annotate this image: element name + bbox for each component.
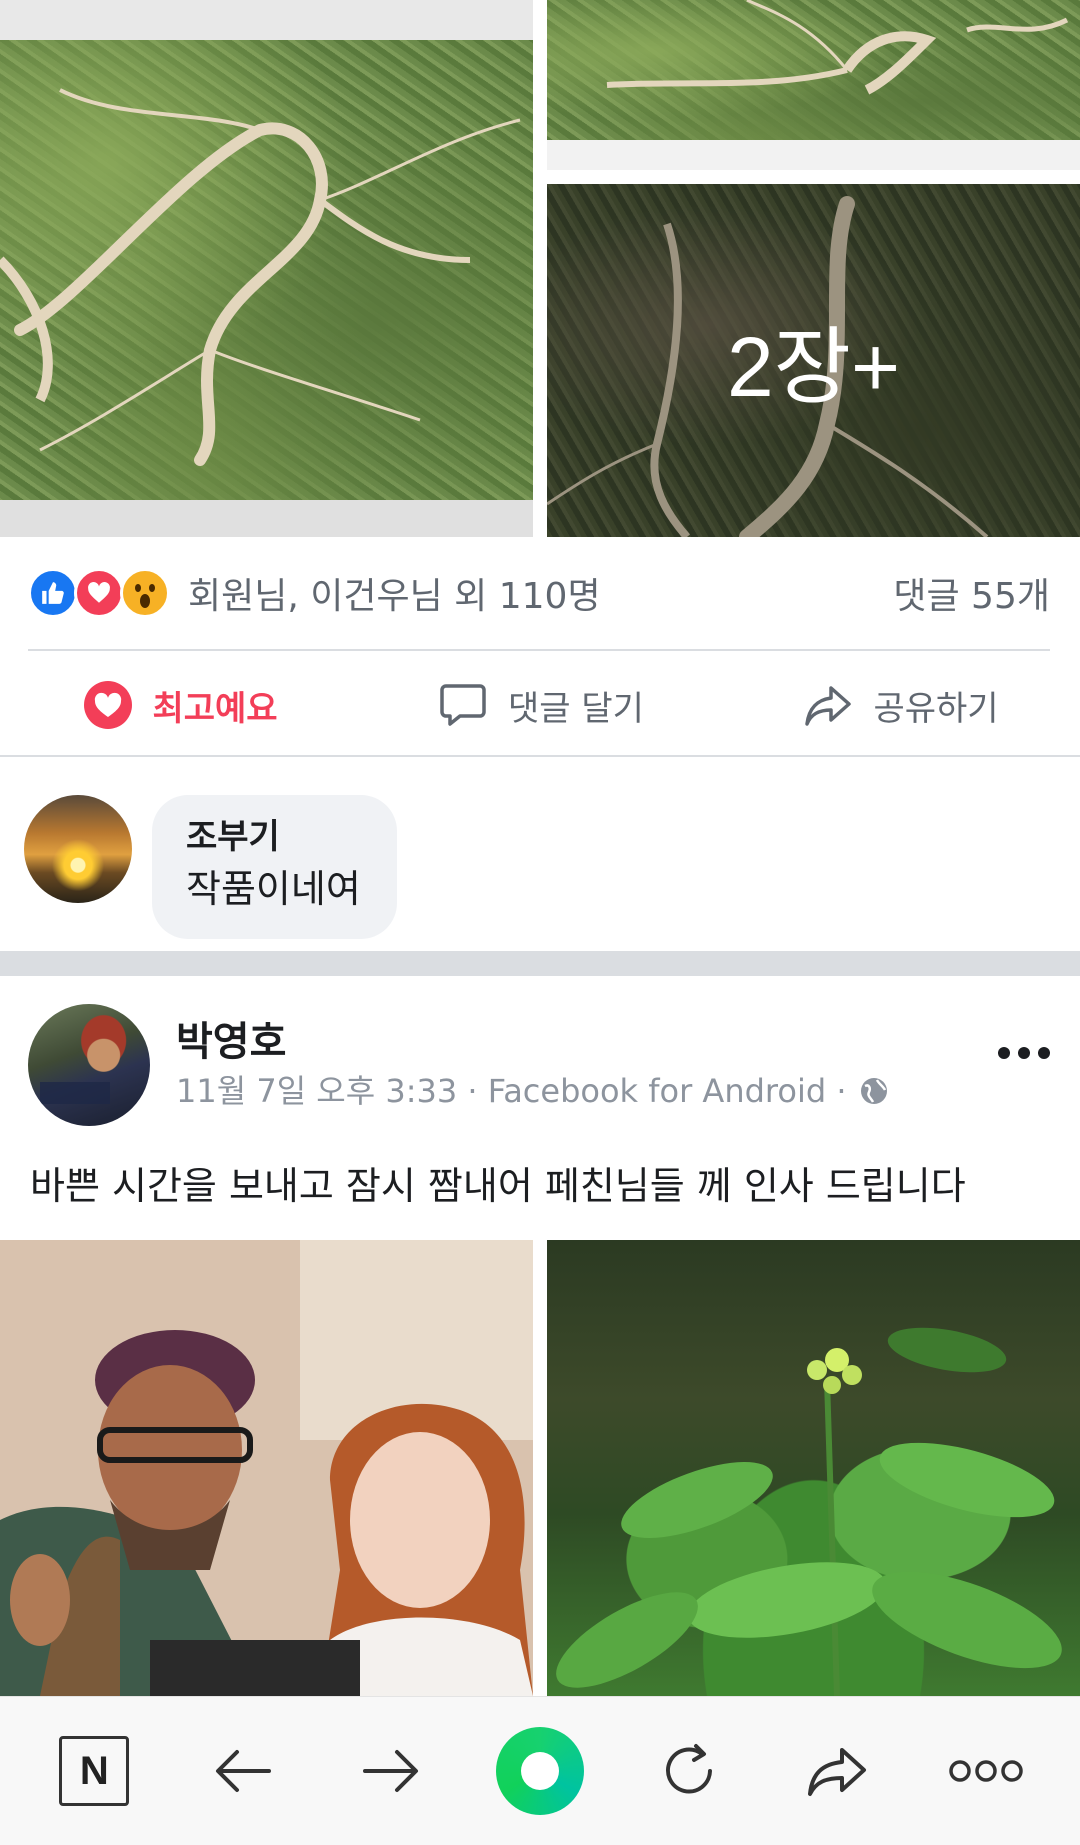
post-header: 박영호 11월 7일 오후 3:33 · Facebook for Androi… (28, 1004, 1052, 1126)
comment-bubble[interactable]: 조부기 작품이네여 (152, 795, 397, 939)
naver-n-icon: N (59, 1736, 130, 1806)
reaction-icons (28, 568, 170, 618)
share-icon (805, 686, 852, 726)
green-dot-icon (495, 1727, 584, 1815)
ginseng-root-image (547, 0, 1080, 170)
divider (28, 649, 1050, 651)
like-icon (28, 568, 78, 618)
back-arrow-icon (215, 1750, 271, 1792)
back-button[interactable] (183, 1711, 303, 1831)
ginseng-plant-photo (556, 1327, 1062, 1696)
comment-text: 작품이네여 (186, 867, 361, 911)
naver-home-button[interactable]: N (34, 1711, 154, 1831)
post-photo-plant[interactable] (547, 1240, 1080, 1696)
people-photo (0, 1240, 533, 1696)
reactions-summary[interactable]: 회원님, 이건우님 외 110명 댓글 55개 (28, 560, 1050, 626)
love-icon (74, 568, 124, 618)
post-photo-3-more[interactable]: 2장+ (547, 184, 1080, 537)
comment-button-label: 댓글 달기 (508, 688, 644, 729)
post-photo-1[interactable] (0, 0, 533, 537)
author-avatar[interactable] (28, 1004, 150, 1126)
share-button-label: 공유하기 (873, 688, 999, 729)
forward-button[interactable] (331, 1711, 451, 1831)
comment: 조부기 작품이네여 (24, 795, 397, 939)
ginseng-root-image (0, 0, 533, 537)
post-timestamp[interactable]: 11월 7일 오후 3:33 · Facebook for Android · (176, 1068, 847, 1114)
comment-icon (440, 684, 486, 726)
globe-icon (860, 1078, 887, 1104)
love-icon (84, 681, 133, 729)
more-icon (948, 1760, 1023, 1782)
share-button[interactable]: 공유하기 (720, 678, 1080, 732)
post-actions: 최고예요 댓글 달기 공유하기 (0, 655, 1080, 755)
comment-author[interactable]: 조부기 (186, 813, 361, 861)
love-button-label: 최고예요 (152, 688, 278, 729)
post-text: 바쁜 시간을 보내고 잠시 짬내어 페친님들 께 인사 드립니다 (30, 1164, 966, 1208)
refresh-icon (665, 1744, 712, 1794)
more-photos-label: 2장+ (547, 184, 1080, 537)
feed-separator (0, 951, 1080, 976)
wow-icon (120, 568, 170, 618)
commenter-avatar[interactable] (24, 795, 132, 903)
more-menu-button[interactable] (926, 1711, 1046, 1831)
comment-button[interactable]: 댓글 달기 (360, 678, 720, 732)
more-horizontal-icon (998, 1047, 1050, 1059)
comment-count[interactable]: 댓글 55개 (893, 567, 1050, 619)
post-author[interactable]: 박영호 (176, 1016, 889, 1068)
love-button[interactable]: 최고예요 (0, 679, 360, 731)
divider (0, 755, 1080, 757)
share-icon (808, 1748, 867, 1796)
post-photo-2[interactable] (547, 0, 1080, 170)
post-subtitle: 11월 7일 오후 3:33 · Facebook for Android · (176, 1068, 889, 1114)
browser-toolbar: N (0, 1696, 1080, 1845)
post-photo-person[interactable] (0, 1240, 533, 1696)
green-dot-button[interactable] (480, 1711, 600, 1831)
reaction-names[interactable]: 회원님, 이건우님 외 110명 (188, 567, 601, 619)
forward-arrow-icon (363, 1750, 419, 1792)
share-button-toolbar[interactable] (777, 1711, 897, 1831)
refresh-button[interactable] (629, 1711, 749, 1831)
post-meta: 박영호 11월 7일 오후 3:33 · Facebook for Androi… (176, 1016, 889, 1114)
post-options-button[interactable] (996, 1043, 1052, 1067)
